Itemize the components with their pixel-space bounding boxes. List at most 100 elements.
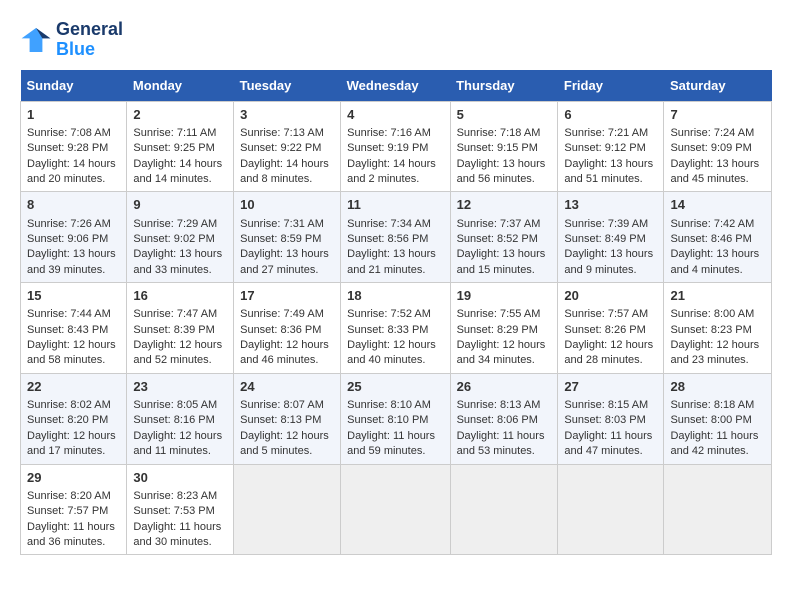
- calendar-header-row: SundayMondayTuesdayWednesdayThursdayFrid…: [21, 70, 772, 102]
- calendar-cell: 29Sunrise: 8:20 AMSunset: 7:57 PMDayligh…: [21, 464, 127, 555]
- sunset: Sunset: 8:56 PM: [347, 233, 428, 245]
- sunset: Sunset: 9:06 PM: [27, 233, 108, 245]
- day-number: 7: [670, 106, 765, 124]
- day-number: 29: [27, 469, 120, 487]
- daylight: Daylight: 13 hours and 51 minutes.: [564, 158, 653, 185]
- sunrise: Sunrise: 7:39 AM: [564, 218, 648, 230]
- sunrise: Sunrise: 8:18 AM: [670, 399, 754, 411]
- day-number: 23: [133, 378, 227, 396]
- sunset: Sunset: 8:16 PM: [133, 414, 214, 426]
- day-number: 1: [27, 106, 120, 124]
- day-number: 14: [670, 196, 765, 214]
- daylight: Daylight: 12 hours and 17 minutes.: [27, 430, 116, 457]
- logo-icon: [20, 24, 52, 56]
- sunrise: Sunrise: 7:47 AM: [133, 308, 217, 320]
- calendar-cell: 8Sunrise: 7:26 AMSunset: 9:06 PMDaylight…: [21, 192, 127, 283]
- column-header-monday: Monday: [127, 70, 234, 102]
- day-number: 10: [240, 196, 334, 214]
- calendar-cell: 12Sunrise: 7:37 AMSunset: 8:52 PMDayligh…: [450, 192, 558, 283]
- day-number: 21: [670, 287, 765, 305]
- day-number: 4: [347, 106, 443, 124]
- calendar-week-4: 22 Sunrise: 8:02 AM Sunset: 8:20 PM Dayligh…: [21, 373, 772, 464]
- daylight: Daylight: 14 hours and 2 minutes.: [347, 158, 436, 185]
- day-number: 19: [457, 287, 552, 305]
- daylight: Daylight: 13 hours and 27 minutes.: [240, 248, 329, 275]
- sunset: Sunset: 8:23 PM: [670, 324, 751, 336]
- sunset: Sunset: 8:43 PM: [27, 324, 108, 336]
- day-number: 25: [347, 378, 443, 396]
- sunset: Sunset: 9:28 PM: [27, 142, 108, 154]
- day-number: 5: [457, 106, 552, 124]
- sunset: Sunset: 8:06 PM: [457, 414, 538, 426]
- day-number: 20: [564, 287, 657, 305]
- daylight: Daylight: 13 hours and 39 minutes.: [27, 248, 116, 275]
- column-header-friday: Friday: [558, 70, 664, 102]
- daylight: Daylight: 13 hours and 4 minutes.: [670, 248, 759, 275]
- day-number: 11: [347, 196, 443, 214]
- calendar-table: SundayMondayTuesdayWednesdayThursdayFrid…: [20, 70, 772, 556]
- sunrise: Sunrise: 7:57 AM: [564, 308, 648, 320]
- calendar-cell: 18Sunrise: 7:52 AMSunset: 8:33 PMDayligh…: [341, 283, 450, 374]
- sunrise: Sunrise: 7:44 AM: [27, 308, 111, 320]
- daylight: Daylight: 11 hours and 30 minutes.: [133, 521, 221, 548]
- sunrise: Sunrise: 7:55 AM: [457, 308, 541, 320]
- calendar-cell: 20Sunrise: 7:57 AMSunset: 8:26 PMDayligh…: [558, 283, 664, 374]
- sunset: Sunset: 8:10 PM: [347, 414, 428, 426]
- daylight: Daylight: 12 hours and 5 minutes.: [240, 430, 329, 457]
- sunset: Sunset: 7:53 PM: [133, 505, 214, 517]
- calendar-cell: 13Sunrise: 7:39 AMSunset: 8:49 PMDayligh…: [558, 192, 664, 283]
- calendar-cell: 1Sunrise: 7:08 AMSunset: 9:28 PMDaylight…: [21, 101, 127, 192]
- sunrise: Sunrise: 7:42 AM: [670, 218, 754, 230]
- day-number: 28: [670, 378, 765, 396]
- sunrise: Sunrise: 7:31 AM: [240, 218, 324, 230]
- sunrise: Sunrise: 7:16 AM: [347, 127, 431, 139]
- sunrise: Sunrise: 8:10 AM: [347, 399, 431, 411]
- sunrise: Sunrise: 8:07 AM: [240, 399, 324, 411]
- sunset: Sunset: 8:46 PM: [670, 233, 751, 245]
- sunset: Sunset: 8:03 PM: [564, 414, 645, 426]
- daylight: Daylight: 14 hours and 8 minutes.: [240, 158, 329, 185]
- sunrise: Sunrise: 7:34 AM: [347, 218, 431, 230]
- day-number: 9: [133, 196, 227, 214]
- day-number: 30: [133, 469, 227, 487]
- sunset: Sunset: 9:12 PM: [564, 142, 645, 154]
- sunset: Sunset: 8:20 PM: [27, 414, 108, 426]
- calendar-week-1: 1 Sunrise: 7:08 AM Sunset: 9:28 PM Daylight…: [21, 101, 772, 192]
- day-number: 22: [27, 378, 120, 396]
- sunrise: Sunrise: 8:02 AM: [27, 399, 111, 411]
- calendar-cell: 28Sunrise: 8:18 AMSunset: 8:00 PMDayligh…: [664, 373, 772, 464]
- logo: General Blue: [20, 20, 123, 60]
- daylight: Daylight: 12 hours and 23 minutes.: [670, 339, 759, 366]
- calendar-cell: 21 Sunrise: 8:00 AM Sunset: 8:23 PM Dayligh…: [664, 283, 772, 374]
- sunrise: Sunrise: 7:18 AM: [457, 127, 541, 139]
- sunrise: Sunrise: 8:00 AM: [670, 308, 754, 320]
- day-number: 24: [240, 378, 334, 396]
- sunrise: Sunrise: 7:24 AM: [670, 127, 754, 139]
- daylight: Daylight: 12 hours and 58 minutes.: [27, 339, 116, 366]
- daylight: Daylight: 13 hours and 21 minutes.: [347, 248, 436, 275]
- calendar-week-2: 8Sunrise: 7:26 AMSunset: 9:06 PMDaylight…: [21, 192, 772, 283]
- day-number: 27: [564, 378, 657, 396]
- sunset: Sunset: 8:36 PM: [240, 324, 321, 336]
- sunset: Sunset: 9:25 PM: [133, 142, 214, 154]
- calendar-cell: 17Sunrise: 7:49 AMSunset: 8:36 PMDayligh…: [234, 283, 341, 374]
- daylight: Daylight: 11 hours and 59 minutes.: [347, 430, 435, 457]
- calendar-cell: 27Sunrise: 8:15 AMSunset: 8:03 PMDayligh…: [558, 373, 664, 464]
- daylight: Daylight: 12 hours and 11 minutes.: [133, 430, 222, 457]
- sunrise: Sunrise: 7:08 AM: [27, 127, 111, 139]
- calendar-cell: 23 Sunrise: 8:05 AM Sunset: 8:16 PM Dayligh…: [127, 373, 234, 464]
- daylight: Daylight: 13 hours and 33 minutes.: [133, 248, 222, 275]
- sunset: Sunset: 8:29 PM: [457, 324, 538, 336]
- calendar-cell: [664, 464, 772, 555]
- day-number: 15: [27, 287, 120, 305]
- calendar-cell: 15 Sunrise: 7:44 AM Sunset: 8:43 PM Dayligh…: [21, 283, 127, 374]
- calendar-week-3: 15 Sunrise: 7:44 AM Sunset: 8:43 PM Dayligh…: [21, 283, 772, 374]
- calendar-cell: 10Sunrise: 7:31 AMSunset: 8:59 PMDayligh…: [234, 192, 341, 283]
- sunset: Sunset: 9:22 PM: [240, 142, 321, 154]
- calendar-cell: 26Sunrise: 8:13 AMSunset: 8:06 PMDayligh…: [450, 373, 558, 464]
- sunrise: Sunrise: 8:05 AM: [133, 399, 217, 411]
- sunrise: Sunrise: 7:21 AM: [564, 127, 648, 139]
- sunrise: Sunrise: 8:13 AM: [457, 399, 541, 411]
- daylight: Daylight: 12 hours and 40 minutes.: [347, 339, 436, 366]
- calendar-cell: 2Sunrise: 7:11 AMSunset: 9:25 PMDaylight…: [127, 101, 234, 192]
